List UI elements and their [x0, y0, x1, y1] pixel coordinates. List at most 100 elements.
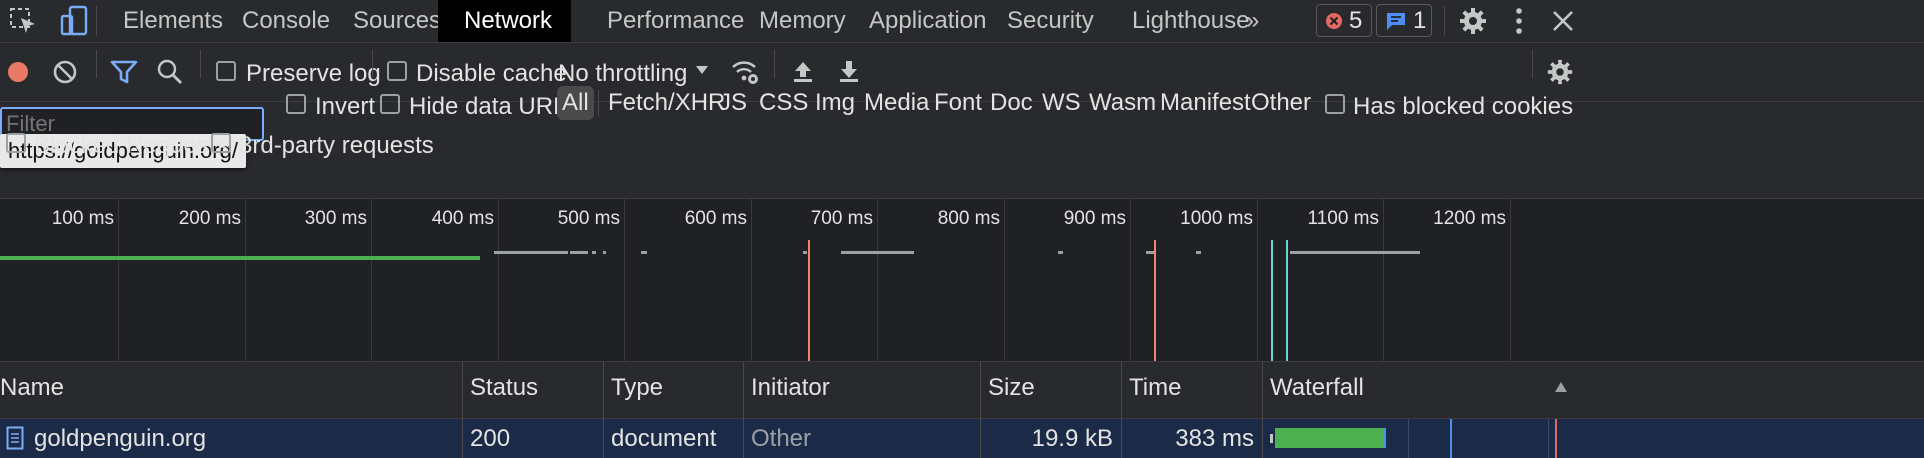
filter-type-wasm[interactable]: Wasm: [1089, 86, 1156, 120]
tab-network[interactable]: Network: [438, 0, 571, 42]
filter-type-doc[interactable]: Doc: [990, 86, 1033, 120]
timeline-tick-label: 1000 ms: [1180, 208, 1253, 229]
filter-type-font[interactable]: Font: [934, 86, 982, 120]
waterfall-grid-line: [1408, 419, 1409, 458]
request-name[interactable]: goldpenguin.org: [34, 425, 206, 453]
filter-type-fetch-xhr[interactable]: Fetch/XHR: [608, 86, 725, 120]
column-header-name[interactable]: Name: [0, 374, 64, 402]
grid-line: [1510, 199, 1511, 361]
disable-cache-checkbox[interactable]: [387, 61, 407, 81]
divider: [96, 50, 97, 78]
divider: [1444, 6, 1445, 36]
close-devtools-icon[interactable]: [1550, 8, 1576, 34]
record-button-icon[interactable]: [6, 60, 30, 84]
filter-type-manifest[interactable]: Manifest: [1160, 86, 1251, 120]
has-blocked-cookies-checkbox[interactable]: [1325, 94, 1345, 114]
third-party-requests-label: 3rd-party requests: [239, 132, 434, 159]
filter-type-other[interactable]: Other: [1251, 86, 1311, 120]
timeline-tick-label: 900 ms: [1063, 208, 1126, 229]
request-mark: [570, 251, 588, 254]
waterfall-bar-end: [1383, 428, 1386, 448]
timeline-tick-label: 200 ms: [178, 208, 241, 229]
divider: [1532, 50, 1533, 78]
throttling-select[interactable]: No throttling: [558, 60, 687, 88]
column-divider: [980, 362, 981, 458]
grid-line: [498, 199, 499, 361]
column-header-waterfall[interactable]: Waterfall: [1270, 374, 1364, 402]
table-row[interactable]: [0, 419, 1924, 458]
disable-cache-label: Disable cache: [416, 60, 567, 87]
divider: [774, 50, 775, 78]
column-header-time[interactable]: Time: [1129, 374, 1181, 402]
invert-label: Invert: [315, 93, 376, 120]
grid-line: [1004, 199, 1005, 361]
column-divider: [743, 362, 744, 458]
filter-type-ws[interactable]: WS: [1042, 86, 1081, 120]
network-conditions-wifi-icon[interactable]: [730, 58, 760, 86]
load-event-line: [1555, 419, 1557, 458]
invert-checkbox[interactable]: [286, 94, 306, 114]
timing-marker: [1286, 240, 1288, 361]
request-initiator: Other: [751, 425, 812, 452]
request-mark: [641, 251, 647, 254]
column-divider: [603, 362, 604, 458]
requests-table-header: [0, 362, 1924, 419]
request-mark: [1058, 251, 1063, 254]
errors-badge[interactable]: 5: [1316, 4, 1372, 37]
tab-security[interactable]: Security: [981, 0, 1120, 42]
request-status: 200: [470, 425, 511, 452]
timeline-tick-label: 800 ms: [937, 208, 1000, 229]
inspect-element-icon[interactable]: [8, 6, 38, 36]
divider: [200, 50, 201, 78]
grid-line: [371, 199, 372, 361]
request-time: 383 ms: [1175, 425, 1254, 452]
column-header-type[interactable]: Type: [611, 374, 663, 402]
has-blocked-cookies-label: Has blocked cookies: [1353, 93, 1574, 120]
filter-type-all[interactable]: All: [557, 86, 594, 120]
column-divider: [1262, 362, 1263, 458]
grid-line: [624, 199, 625, 361]
filter-funnel-icon[interactable]: [110, 59, 138, 85]
filter-type-media[interactable]: Media: [864, 86, 929, 120]
third-party-requests-checkbox[interactable]: [211, 133, 231, 153]
column-header-status[interactable]: Status: [470, 374, 538, 402]
export-har-download-icon[interactable]: [836, 58, 862, 84]
waterfall-download-bar: [1275, 428, 1383, 448]
errors-count: 5: [1349, 6, 1363, 34]
chevron-down-icon[interactable]: [694, 62, 710, 78]
blocked-requests-label: Blocked Requests: [34, 132, 228, 159]
import-har-upload-icon[interactable]: [790, 58, 816, 84]
divider: [598, 90, 599, 116]
messages-count: 1: [1413, 6, 1427, 34]
settings-gear-icon[interactable]: [1458, 6, 1488, 36]
more-tabs-button[interactable]: »: [1240, 0, 1265, 42]
grid-line: [1130, 199, 1131, 361]
network-settings-gear-icon[interactable]: [1546, 58, 1574, 86]
hide-data-urls-label: Hide data URLs: [409, 93, 579, 120]
column-header-size[interactable]: Size: [988, 374, 1035, 402]
search-icon[interactable]: [156, 58, 184, 86]
preserve-log-label: Preserve log: [246, 60, 381, 87]
timing-marker: [1271, 240, 1273, 361]
preserve-log-checkbox[interactable]: [216, 61, 236, 81]
load-event-marker: [1154, 240, 1156, 361]
filter-type-css[interactable]: CSS: [759, 86, 808, 120]
timeline-tick-label: 300 ms: [304, 208, 367, 229]
sort-ascending-icon[interactable]: [1554, 380, 1568, 394]
hide-data-urls-checkbox[interactable]: [380, 94, 400, 114]
clear-log-icon[interactable]: [52, 59, 78, 85]
timeline-tick-label: 400 ms: [431, 208, 494, 229]
document-file-icon: [6, 426, 24, 450]
blocked-requests-checkbox[interactable]: [6, 133, 26, 153]
filter-type-img[interactable]: Img: [815, 86, 855, 120]
messages-badge[interactable]: 1: [1376, 4, 1432, 37]
filter-type-js[interactable]: JS: [719, 86, 747, 120]
column-header-initiator[interactable]: Initiator: [751, 374, 830, 402]
request-mark: [494, 251, 568, 254]
column-divider: [1121, 362, 1122, 458]
waterfall-grid-line: [1548, 419, 1549, 458]
device-toolbar-icon[interactable]: [58, 4, 92, 38]
request-mark: [592, 251, 596, 254]
more-options-kebab-icon[interactable]: [1512, 6, 1526, 36]
timeline-tick-label: 500 ms: [557, 208, 620, 229]
